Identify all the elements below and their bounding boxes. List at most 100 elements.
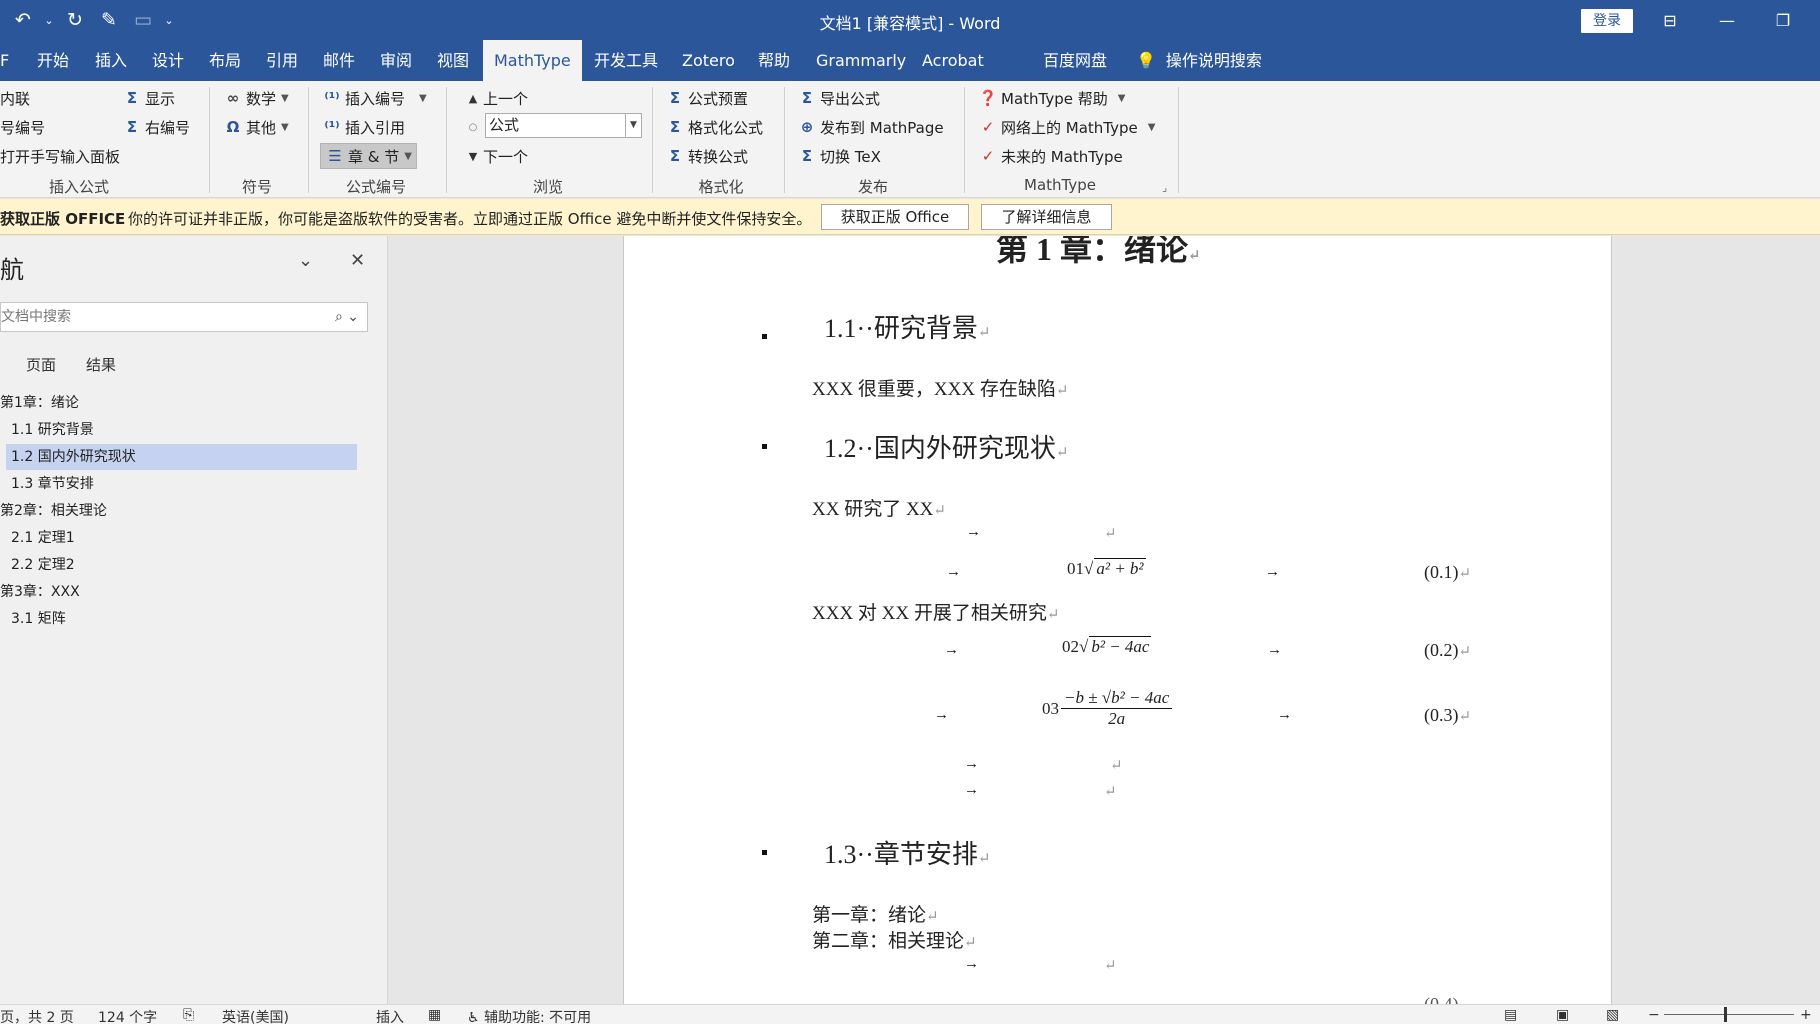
login-button[interactable]: 登录 [1581, 9, 1633, 33]
tell-me-search[interactable]: 💡 操作说明搜索 [1136, 40, 1262, 81]
tab-acrobat[interactable]: Acrobat [922, 40, 984, 81]
chapter-heading[interactable]: 第 1 章：绪论↵ [996, 236, 1201, 270]
proofing-icon[interactable]: ⎘ [183, 1007, 194, 1023]
browse-type-select[interactable]: 公式 ▼ [485, 113, 642, 138]
zoom-slider[interactable] [1664, 1014, 1794, 1015]
web-layout-icon[interactable]: ▧ [1606, 1007, 1619, 1023]
export-formula-button[interactable]: Σ 导出公式 [797, 85, 880, 111]
format-painter-icon[interactable]: ✎ [94, 6, 124, 34]
handwriting-panel-button[interactable]: 打开手写输入面板 [0, 143, 120, 169]
tab-mailings[interactable]: 邮件 [323, 40, 355, 81]
chevron-down-icon[interactable]: ⌄ [298, 250, 313, 271]
nav-heading-item[interactable]: 第1章：绪论 [0, 390, 79, 416]
publish-mathpage-button[interactable]: ⊕ 发布到 MathPage [797, 114, 944, 140]
zoom-slider-thumb[interactable] [1724, 1007, 1727, 1022]
restore-icon[interactable]: ❐ [1756, 4, 1810, 36]
minimize-icon[interactable]: — [1700, 4, 1754, 36]
tab-home[interactable]: 开始 [37, 40, 69, 81]
formula-preset-button[interactable]: Σ 公式预置 [665, 85, 748, 111]
nav-heading-item-selected[interactable]: 1.2 国内外研究现状 [6, 444, 357, 470]
document-area[interactable]: 第 1 章：绪论↵ 1.1··研究背景↵ XXX 很重要，XXX 存在缺陷↵ 1… [389, 236, 1820, 1004]
convert-formula-button[interactable]: Σ 转换公式 [665, 143, 748, 169]
display-button[interactable]: Σ 显示 [122, 85, 175, 111]
tab-review[interactable]: 审阅 [380, 40, 412, 81]
browse-radio[interactable]: ○ [466, 114, 483, 140]
paragraph[interactable]: 第二章：相关理论↵ [812, 926, 977, 953]
mathtype-future-button[interactable]: ✓ 未来的 MathType [978, 143, 1123, 169]
format-formula-button[interactable]: Σ 格式化公式 [665, 114, 763, 140]
screen-icon[interactable]: ▭ [128, 6, 158, 34]
accessibility-status[interactable]: ♿ 辅助功能: 不可用 [467, 1007, 591, 1024]
insert-number-dropdown[interactable]: ⁽¹⁾ 插入编号 ▼ [322, 85, 426, 111]
nav-heading-item[interactable]: 2.2 定理2 [0, 552, 75, 578]
tab-developer[interactable]: 开发工具 [594, 40, 658, 81]
equation-number-0-1[interactable]: (0.1)↵ [1424, 562, 1471, 583]
equation-number-0-2[interactable]: (0.2)↵ [1424, 640, 1471, 661]
redo-icon[interactable]: ↻ [60, 6, 90, 34]
chapter-section-dropdown[interactable]: ☰ 章 & 节 ▼ [320, 143, 417, 169]
undo-dropdown-icon[interactable]: ⌄ [42, 6, 56, 34]
inline-button[interactable]: 内联 [0, 85, 30, 111]
nav-heading-item[interactable]: 1.1 研究背景 [0, 417, 94, 443]
tab-insert[interactable]: 插入 [95, 40, 127, 81]
tab-layout[interactable]: 布局 [209, 40, 241, 81]
equation-0-1[interactable]: 01 √ a² + b² [1067, 558, 1146, 579]
nav-heading-item[interactable]: 3.1 矩阵 [0, 606, 66, 632]
mathtype-help-dropdown[interactable]: ❓ MathType 帮助 ▼ [978, 85, 1126, 111]
section-heading-1-3[interactable]: 1.3··章节安排↵ [824, 834, 990, 871]
paragraph[interactable]: XXX 对 XX 开展了相关研究↵ [812, 598, 1059, 625]
nav-search-input[interactable]: 文档中搜索 ⌕ ⌄ [0, 302, 368, 332]
tab-file[interactable]: F [0, 40, 9, 81]
paragraph[interactable]: 第一章：绪论↵ [812, 900, 939, 927]
nav-heading-item[interactable]: 2.1 定理1 [0, 525, 75, 551]
document-page[interactable]: 第 1 章：绪论↵ 1.1··研究背景↵ XXX 很重要，XXX 存在缺陷↵ 1… [623, 236, 1612, 1004]
search-icon[interactable]: ⌕ ⌄ [335, 303, 359, 331]
nav-tab-results[interactable]: 结果 [86, 354, 116, 375]
nav-tab-pages[interactable]: 页面 [26, 354, 56, 375]
tab-baidu-netdisk[interactable]: 百度网盘 [1043, 40, 1107, 81]
equation-0-2[interactable]: 02 √ b² − 4ac [1062, 636, 1152, 657]
mathtype-web-dropdown[interactable]: ✓ 网络上的 MathType ▼ [978, 114, 1156, 140]
tab-view[interactable]: 视图 [437, 40, 469, 81]
word-count[interactable]: 124 个字 [98, 1007, 157, 1024]
chevron-down-icon[interactable]: ▼ [625, 114, 641, 137]
tab-mathtype[interactable]: MathType [483, 40, 582, 81]
right-number-button[interactable]: Σ 右编号 [122, 114, 190, 140]
customize-qat-icon[interactable]: ⌄ [162, 6, 176, 34]
section-heading-1-1[interactable]: 1.1··研究背景↵ [824, 308, 990, 345]
nav-heading-item[interactable]: 第2章：相关理论 [0, 498, 107, 524]
zoom-out-icon[interactable]: − [1648, 1007, 1660, 1023]
tab-design[interactable]: 设计 [152, 40, 184, 81]
zoom-in-icon[interactable]: + [1800, 1007, 1812, 1023]
language-indicator[interactable]: 英语(美国) [222, 1007, 289, 1024]
read-mode-icon[interactable]: ▤ [1504, 1007, 1517, 1023]
close-icon[interactable]: ✕ [350, 250, 365, 271]
tab-zotero[interactable]: Zotero [682, 40, 735, 81]
insert-mode[interactable]: 插入 [376, 1007, 404, 1024]
print-layout-icon[interactable]: ▣ [1556, 1007, 1569, 1023]
paragraph[interactable]: XX 研究了 XX↵ [812, 494, 946, 521]
nav-heading-item[interactable]: 第3章：XXX [0, 579, 80, 605]
toggle-tex-button[interactable]: Σ 切换 TeX [797, 143, 881, 169]
next-button[interactable]: ▼ 下一个 [466, 143, 528, 169]
section-heading-1-2[interactable]: 1.2··国内外研究现状↵ [824, 428, 1068, 465]
equation-0-3[interactable]: 03 −b ± √b² − 4ac 2a [1042, 688, 1173, 729]
learn-more-button[interactable]: 了解详细信息 [981, 204, 1112, 230]
undo-icon[interactable]: ↶ [8, 6, 38, 34]
numbered-button[interactable]: 号编号 [0, 114, 45, 140]
page-count[interactable]: 页，共 2 页 [0, 1007, 74, 1024]
insert-reference-button[interactable]: ⁽¹⁾ 插入引用 [322, 114, 405, 140]
tab-help[interactable]: 帮助 [758, 40, 790, 81]
equation-number-0-3[interactable]: (0.3)↵ [1424, 705, 1471, 726]
tab-grammarly[interactable]: Grammarly [816, 40, 906, 81]
nav-heading-item[interactable]: 1.3 章节安排 [0, 471, 94, 497]
dialog-launcher-icon[interactable]: ⌟ [1162, 181, 1167, 194]
ribbon-display-options-icon[interactable]: ⊟ [1643, 4, 1697, 36]
tab-references[interactable]: 引用 [266, 40, 298, 81]
paragraph[interactable]: XXX 很重要，XXX 存在缺陷↵ [812, 374, 1068, 401]
macro-icon[interactable]: ▦ [428, 1007, 441, 1023]
other-symbols-dropdown[interactable]: Ω 其他 ▼ [223, 114, 289, 140]
get-genuine-office-button[interactable]: 获取正版 Office [821, 204, 969, 230]
previous-button[interactable]: ▲ 上一个 [466, 85, 528, 111]
math-symbols-dropdown[interactable]: ∞ 数学 ▼ [223, 85, 289, 111]
